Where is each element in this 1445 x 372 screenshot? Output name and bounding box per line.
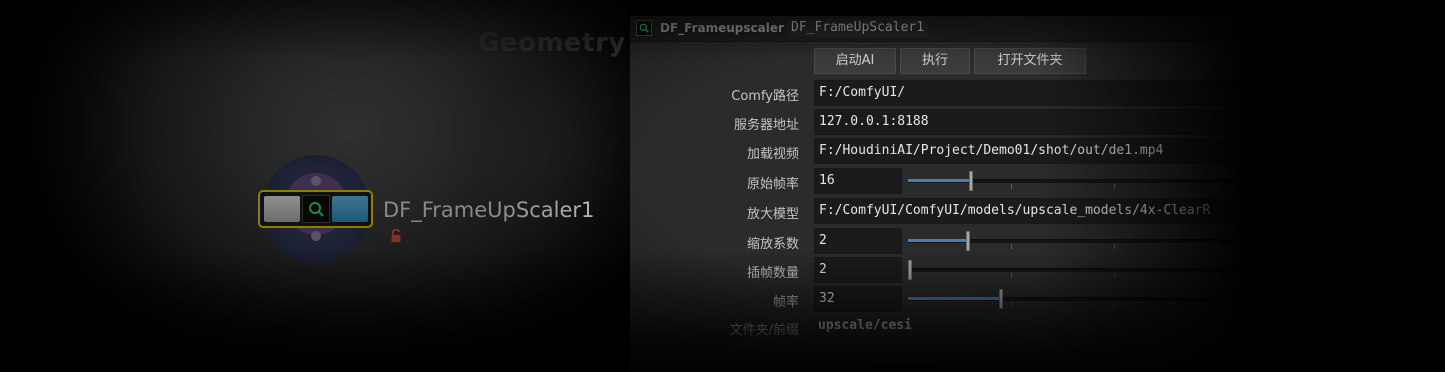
param-label-interp-count: 插帧数量	[746, 266, 799, 281]
slider-tick	[1217, 184, 1218, 189]
slider-fill	[908, 239, 968, 242]
interp-count-slider[interactable]	[908, 257, 1240, 283]
node-bypass-flag[interactable]	[264, 196, 300, 222]
node-type-label: DF_Frameupscaler	[660, 21, 784, 35]
fps-field[interactable]: 32	[814, 286, 902, 312]
fps-slider[interactable]	[908, 286, 1240, 312]
slider-handle[interactable]	[969, 171, 973, 191]
comfy-path-field[interactable]: F:/ComfyUI/	[814, 80, 1240, 106]
slider-handle[interactable]	[908, 260, 912, 280]
slider-tick	[1217, 273, 1218, 278]
slider-tick	[1011, 244, 1012, 249]
slider-fill	[908, 179, 971, 182]
original-fps-field[interactable]: 16	[814, 168, 902, 194]
slider-handle[interactable]	[966, 231, 970, 251]
parameter-pane-header: DF_Frameupscaler DF_FrameUpScaler1	[630, 16, 1240, 42]
execute-button[interactable]: 执行	[900, 48, 970, 74]
param-label-original-fps: 原始帧率	[746, 177, 799, 192]
slider-tick	[1011, 273, 1012, 278]
node-df-frameupscaler[interactable]	[258, 190, 373, 228]
slider-tick	[1217, 244, 1218, 249]
slider-tick	[1114, 302, 1115, 307]
node-name-field[interactable]: DF_FrameUpScaler1	[787, 19, 929, 37]
node-input-connector[interactable]	[311, 176, 321, 186]
houdini-window: Geometry DF_FrameUpScaler1 DF_Frameupsca…	[0, 0, 1445, 372]
search-icon	[302, 195, 330, 223]
upscale-model-field[interactable]: F:/ComfyUI/ComfyUI/models/upscale_models…	[814, 198, 1240, 224]
param-label-fps: 帧率	[772, 295, 799, 310]
node-display-flag[interactable]	[332, 196, 368, 222]
server-address-field[interactable]: 127.0.0.1:8188	[814, 109, 1240, 135]
slider-tick	[1114, 244, 1115, 249]
slider-tick	[1114, 184, 1115, 189]
node-output-connector[interactable]	[311, 231, 321, 241]
context-watermark: Geometry	[478, 28, 626, 58]
slider-tick	[1217, 302, 1218, 307]
scale-factor-field[interactable]: 2	[814, 228, 902, 254]
param-label-folder-prefix: 文件夹/前缀	[729, 323, 799, 338]
slider-handle[interactable]	[999, 289, 1003, 309]
slider-track[interactable]	[908, 268, 1240, 272]
param-label-upscale-model: 放大模型	[746, 207, 799, 222]
slider-tick	[1011, 302, 1012, 307]
param-label-comfy-path: Comfy路径	[731, 89, 799, 104]
scale-factor-slider[interactable]	[908, 228, 1240, 254]
load-video-field[interactable]: F:/HoudiniAI/Project/Demo01/shot/out/de1…	[814, 138, 1240, 164]
slider-fill	[908, 297, 1001, 300]
slider-tick	[1114, 273, 1115, 278]
param-label-load-video: 加载视频	[746, 147, 799, 162]
node-name-label[interactable]: DF_FrameUpScaler1	[383, 198, 594, 222]
interp-count-field[interactable]: 2	[814, 257, 902, 283]
folder-prefix-field[interactable]: upscale/cesi	[814, 314, 1240, 340]
param-label-scale-factor: 缩放系数	[746, 237, 799, 252]
search-icon	[636, 20, 652, 36]
parameter-pane: DF_Frameupscaler DF_FrameUpScaler1 启动AI …	[630, 16, 1240, 372]
param-label-server-address: 服务器地址	[733, 118, 799, 133]
slider-tick	[1011, 184, 1012, 189]
network-editor[interactable]: Geometry DF_FrameUpScaler1	[0, 0, 630, 372]
start-ai-button[interactable]: 启动AI	[814, 48, 896, 74]
lock-open-icon[interactable]	[390, 228, 404, 247]
original-fps-slider[interactable]	[908, 168, 1240, 194]
open-folder-button[interactable]: 打开文件夹	[974, 48, 1086, 74]
